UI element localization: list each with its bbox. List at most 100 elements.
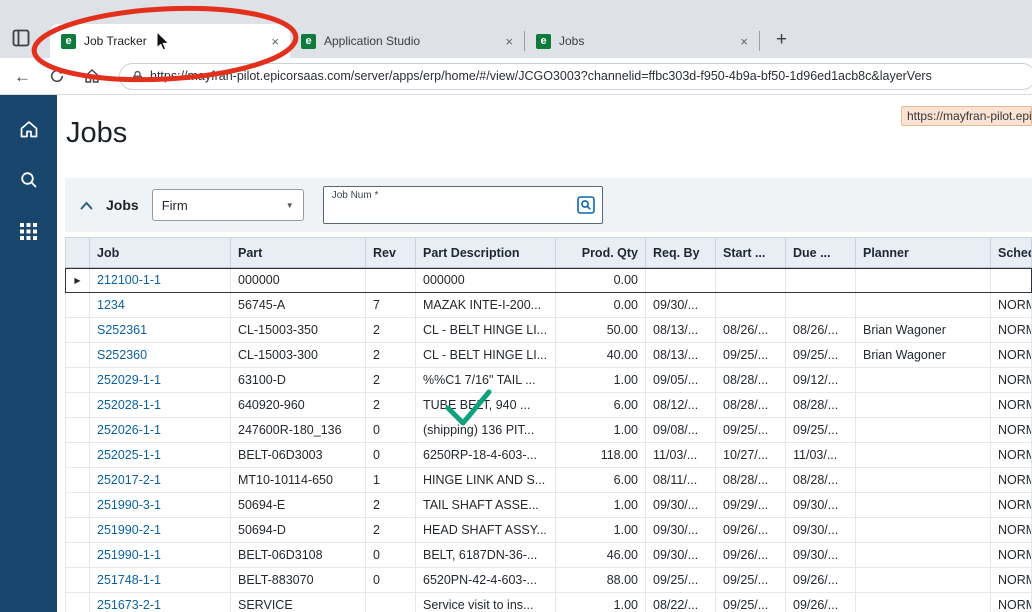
job-link[interactable]: 251990-3-1 — [90, 493, 231, 518]
table-row[interactable]: 252017-2-1 MT10-10114-650 1 HINGE LINK AND … — [65, 468, 1032, 493]
cell-qty: 1.00 — [556, 493, 646, 518]
new-tab-button[interactable]: + — [776, 30, 787, 49]
address-bar[interactable]: https://mayfran-pilot.epicorsaas.com/ser… — [119, 62, 1032, 90]
cell-rev: 2 — [366, 343, 416, 368]
cell-planner — [856, 268, 991, 293]
cell-start: 10/27/... — [716, 443, 786, 468]
table-row[interactable]: 1234 56745-A 7 MAZAK INTE-I-200... 0.00 09/30… — [65, 293, 1032, 318]
table-row[interactable]: S252361 CL-15003-350 2 CL - BELT HINGE LI..… — [65, 318, 1032, 343]
grid-body: ▶ 212100-1-1 000000 000000 0.00 1234 56745-A 7 M… — [65, 268, 1032, 612]
cell-part: 50694-D — [231, 518, 366, 543]
refresh-button[interactable] — [49, 68, 65, 84]
cell-sched — [991, 268, 1032, 293]
table-row[interactable]: 251748-1-1 BELT-883070 0 6520PN-42-4-603-..… — [65, 568, 1032, 593]
close-icon[interactable]: × — [737, 34, 751, 49]
job-link[interactable]: 251990-2-1 — [90, 518, 231, 543]
job-link[interactable]: S252361 — [90, 318, 231, 343]
job-link[interactable]: 1234 — [90, 293, 231, 318]
job-link[interactable]: 251673-2-1 — [90, 593, 231, 612]
row-selector-cell[interactable] — [65, 543, 90, 568]
row-selector-cell[interactable] — [65, 418, 90, 443]
job-link[interactable]: 212100-1-1 — [90, 268, 231, 293]
table-row[interactable]: 251673-2-1 SERVICE Service visit to ins...… — [65, 593, 1032, 612]
row-selector-cell[interactable]: ▶ — [65, 268, 90, 293]
cell-sched: NORMAL — [991, 493, 1032, 518]
column-header-part[interactable]: Part — [231, 237, 366, 268]
column-header-sched[interactable]: Sched... — [991, 237, 1032, 268]
tab-job-tracker[interactable]: Job Tracker × — [50, 24, 290, 58]
job-link[interactable]: 252028-1-1 — [90, 393, 231, 418]
cell-start: 09/26/... — [716, 543, 786, 568]
row-selector-cell[interactable] — [65, 293, 90, 318]
cell-start: 08/28/... — [716, 468, 786, 493]
tab-divider — [759, 31, 760, 51]
job-link[interactable]: 252026-1-1 — [90, 418, 231, 443]
column-header-job[interactable]: Job — [90, 237, 231, 268]
row-selector-cell[interactable] — [65, 318, 90, 343]
cell-rev: 0 — [366, 443, 416, 468]
cell-planner — [856, 418, 991, 443]
home-icon[interactable] — [17, 117, 41, 141]
job-link[interactable]: S252360 — [90, 343, 231, 368]
row-selector-cell[interactable] — [65, 493, 90, 518]
table-row[interactable]: ▶ 212100-1-1 000000 000000 0.00 — [65, 268, 1032, 293]
row-selector-cell[interactable] — [65, 468, 90, 493]
lock-icon — [132, 70, 143, 83]
table-row[interactable]: 252029-1-1 63100-D 2 %%C1 7/16" TAIL ... 1.0… — [65, 368, 1032, 393]
cell-start: 09/25/... — [716, 568, 786, 593]
column-header-due[interactable]: Due ... — [786, 237, 856, 268]
row-selector-cell[interactable] — [65, 518, 90, 543]
column-header-req[interactable]: Req. By — [646, 237, 716, 268]
page-title: Jobs — [66, 117, 128, 149]
table-row[interactable]: 252025-1-1 BELT-06D3003 0 6250RP-18-4-603-.… — [65, 443, 1032, 468]
column-header-start[interactable]: Start ... — [716, 237, 786, 268]
column-header-desc[interactable]: Part Description — [416, 237, 556, 268]
back-button[interactable]: ← — [14, 68, 31, 85]
table-row[interactable]: 251990-3-1 50694-E 2 TAIL SHAFT ASSE... 1.00… — [65, 493, 1032, 518]
job-search-icon[interactable] — [576, 196, 595, 214]
cell-part: 56745-A — [231, 293, 366, 318]
job-num-field[interactable]: Job Num * — [322, 186, 603, 224]
cell-sched: NORMAL — [991, 593, 1032, 612]
cell-desc: (shipping) 136 PIT... — [416, 418, 556, 443]
cell-planner: Brian Wagoner — [856, 343, 991, 368]
cell-qty: 1.00 — [556, 368, 646, 393]
apps-grid-icon[interactable] — [17, 219, 41, 243]
column-header-qty[interactable]: Prod. Qty — [556, 237, 646, 268]
row-selector-cell[interactable] — [65, 568, 90, 593]
collapse-chevron-icon[interactable] — [80, 201, 93, 210]
row-selector-cell[interactable] — [65, 368, 90, 393]
cell-desc: Service visit to ins... — [416, 593, 556, 612]
table-row[interactable]: S252360 CL-15003-300 2 CL - BELT HINGE LI..… — [65, 343, 1032, 368]
cell-start: 08/28/... — [716, 368, 786, 393]
tab-label: Application Studio — [324, 34, 421, 48]
search-icon[interactable] — [17, 168, 41, 192]
tab-application-studio[interactable]: Application Studio × — [290, 24, 524, 58]
close-icon[interactable]: × — [502, 34, 516, 49]
tab-jobs[interactable]: Jobs × — [525, 24, 759, 58]
job-link[interactable]: 252025-1-1 — [90, 443, 231, 468]
job-link[interactable]: 251990-1-1 — [90, 543, 231, 568]
job-status-dropdown[interactable]: Firm ▼ — [151, 189, 304, 221]
table-row[interactable]: 251990-1-1 BELT-06D3108 0 BELT, 6187DN-36-.… — [65, 543, 1032, 568]
job-link[interactable]: 251748-1-1 — [90, 568, 231, 593]
row-selector-cell[interactable] — [65, 343, 90, 368]
cell-rev: 7 — [366, 293, 416, 318]
cell-req: 11/03/... — [646, 443, 716, 468]
column-header-planner[interactable]: Planner — [856, 237, 991, 268]
job-link[interactable]: 252029-1-1 — [90, 368, 231, 393]
close-icon[interactable]: × — [268, 34, 282, 49]
browser-tab-panel-icon[interactable] — [12, 29, 30, 47]
row-selector-cell[interactable] — [65, 393, 90, 418]
table-row[interactable]: 252026-1-1 247600R-180_136 0 (shipping) 136… — [65, 418, 1032, 443]
cell-req: 09/05/... — [646, 368, 716, 393]
home-button[interactable] — [83, 67, 101, 85]
row-selector-cell[interactable] — [65, 593, 90, 612]
row-selector-cell[interactable] — [65, 443, 90, 468]
cell-sched: NORMAL — [991, 368, 1032, 393]
column-header-rev[interactable]: Rev — [366, 237, 416, 268]
table-row[interactable]: 252028-1-1 640920-960 2 TUBE BELT, 940 ... 6… — [65, 393, 1032, 418]
column-header-sel[interactable] — [65, 237, 90, 268]
table-row[interactable]: 251990-2-1 50694-D 2 HEAD SHAFT ASSY... 1.00… — [65, 518, 1032, 543]
job-link[interactable]: 252017-2-1 — [90, 468, 231, 493]
